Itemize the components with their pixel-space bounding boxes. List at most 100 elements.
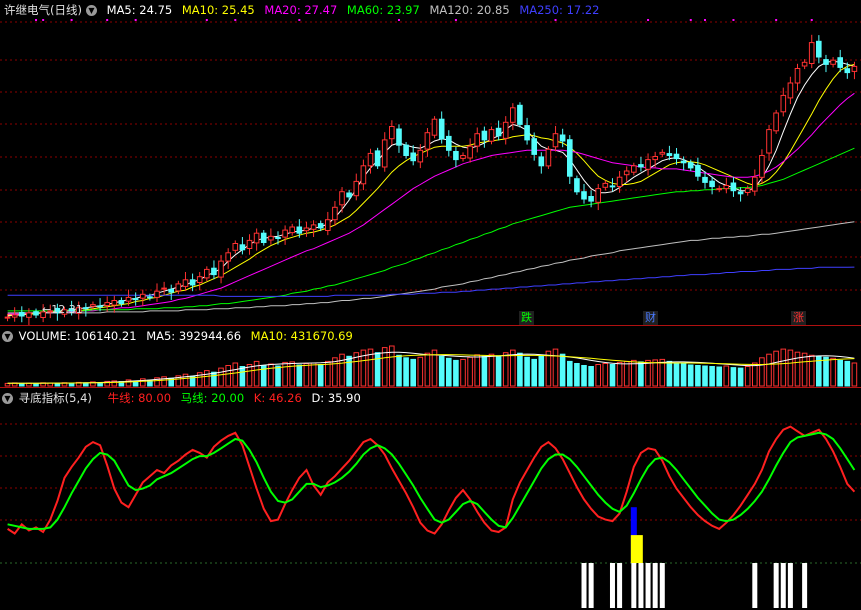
candle-up [161,287,167,290]
volume-bar-up [488,353,495,387]
candle-up [502,121,509,139]
volume-bar-up [723,365,730,387]
candle-down [844,68,851,74]
candle-up [332,206,338,221]
buy-signal-bar [773,563,779,608]
volume-bar-up [752,362,758,387]
volume-bar-down [54,382,61,387]
volume-bar-up [801,352,808,387]
ma-line-ma60 [7,147,855,312]
volume-bar-up [766,353,772,387]
candle-up [339,191,345,206]
volume-bar-down [638,361,644,387]
volume-bar-down [453,359,459,387]
volume-bar-down [680,363,687,387]
volume-bar-up [623,360,630,387]
indicator-name[interactable]: 寻底指标(5,4) [19,391,92,405]
collapse-arrow-icon[interactable]: ▼ [85,5,97,16]
volume-bar-down [296,364,303,387]
indicator-panel-header: ▼ 寻底指标(5,4) 牛线: 80.00 马线: 20.00 K: 46.26… [0,390,367,406]
candle-down [19,312,25,317]
volume-bar-up [759,357,765,387]
volume-bar-up [282,361,288,387]
candle-up [232,243,239,251]
candle-down [275,237,281,239]
candle-down [239,244,246,251]
candle-up [623,170,630,176]
candle-down [396,128,402,146]
volume-bar-up [830,357,836,387]
candle-up [424,132,431,150]
signal-dot [70,19,73,21]
candle-down [531,138,538,155]
volume-bar-down [823,356,829,387]
candle-up [474,133,480,147]
candle-down [737,191,744,195]
marker-die[interactable]: 跌 [519,311,534,325]
candle-up [616,176,623,187]
volume-bar-down [844,360,851,387]
signal-dot [703,19,706,21]
volume-bar-down [574,363,580,387]
candle-down [638,164,644,168]
volume-bar-up [851,362,858,387]
stock-title[interactable]: 许继电气(日线) [4,3,82,17]
candle-up [310,224,317,230]
price-panel-header: 许继电气(日线) ▼ MA5: 24.75 MA10: 25.45 MA20: 2… [0,2,606,18]
candle-down [132,298,139,301]
volume-bar-down [531,358,538,387]
volume-panel-header: ▼ VOLUME: 106140.21 MA5: 392944.66 MA10:… [0,328,359,344]
ma-line-ma20 [7,92,855,315]
volume-bar-down [19,383,25,387]
indicator-line-k [7,425,856,535]
buy-signal-bar [638,563,644,608]
candle-down [403,144,409,157]
candle-up [716,188,723,191]
volume-collapse-icon[interactable]: ▼ [2,331,13,342]
volume-bar-up [182,373,189,387]
candle-up [787,82,794,99]
signal-dot [554,19,557,21]
buy-signal-bar [802,563,808,608]
indicator-collapse-icon[interactable]: ▼ [2,393,13,404]
candle-down [211,267,217,276]
volume-bar-down [609,364,616,387]
volume-bar-down [410,358,416,387]
signal-dot [775,19,778,21]
signal-dot [298,19,301,21]
volume-bar-down [446,357,452,387]
candle-down [446,135,452,151]
candle-up [26,312,32,318]
candle-down [702,176,708,183]
candle-up [645,159,651,170]
volume-bar-up [744,366,751,387]
volume-value: VOLUME: 106140.21 [18,329,137,343]
volume-bar-down [517,352,523,387]
volume-bar-up [218,367,224,387]
candle-up [759,155,765,178]
volume-bar-down [481,355,488,387]
buy-signal-bar [645,563,651,608]
candle-down [83,307,89,310]
marker-zhang[interactable]: 涨 [791,311,806,325]
signal-dot [234,19,237,21]
volume-bar-down [837,359,844,387]
volume-bar-down [524,356,530,387]
candle-down [559,134,566,142]
candle-up [367,152,374,167]
volume-bar-up [645,359,651,387]
candle-down [680,160,687,164]
signal-dot [810,19,813,21]
candle-up [744,188,751,194]
candle-down [374,150,381,167]
ma-line-label: 马线: 20.00 [180,391,245,405]
volume-bar-down [588,366,594,387]
candle-up [510,107,516,123]
stock-chart-canvas[interactable] [0,0,861,610]
marker-cai[interactable]: 财 [643,311,658,325]
candle-down [695,164,701,177]
candle-up [4,316,11,319]
candle-up [467,145,473,159]
ma120-label: MA120: 20.85 [429,3,510,17]
buy-signal-bar [609,563,615,608]
